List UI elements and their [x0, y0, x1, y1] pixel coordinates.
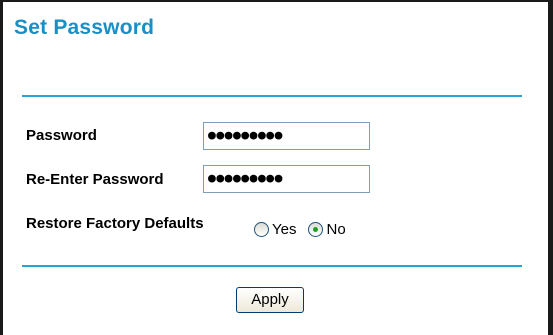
restore-defaults-label: Restore Factory Defaults [26, 215, 204, 232]
restore-defaults-radio-group: Yes No [254, 219, 358, 239]
restore-no-radio[interactable] [308, 221, 324, 237]
apply-button[interactable]: Apply [236, 287, 304, 313]
divider-top [22, 95, 522, 97]
frame-border-right [548, 0, 553, 335]
password-field[interactable]: ●●●●●●●●● [203, 122, 370, 150]
reenter-password-label: Re-Enter Password [26, 171, 164, 188]
reenter-password-field[interactable]: ●●●●●●●●● [203, 165, 370, 193]
frame-border-top [0, 0, 553, 2]
divider-bottom [22, 265, 522, 267]
page-title: Set Password [14, 16, 155, 39]
restore-no-label[interactable]: No [326, 221, 345, 238]
frame-border-left [0, 0, 3, 335]
restore-yes-radio[interactable] [254, 221, 269, 237]
password-label: Password [26, 127, 97, 144]
restore-yes-label[interactable]: Yes [272, 221, 296, 238]
set-password-panel: Set Password Password ●●●●●●●●● Re-Enter… [0, 0, 553, 335]
radio-selected-dot [313, 226, 319, 232]
